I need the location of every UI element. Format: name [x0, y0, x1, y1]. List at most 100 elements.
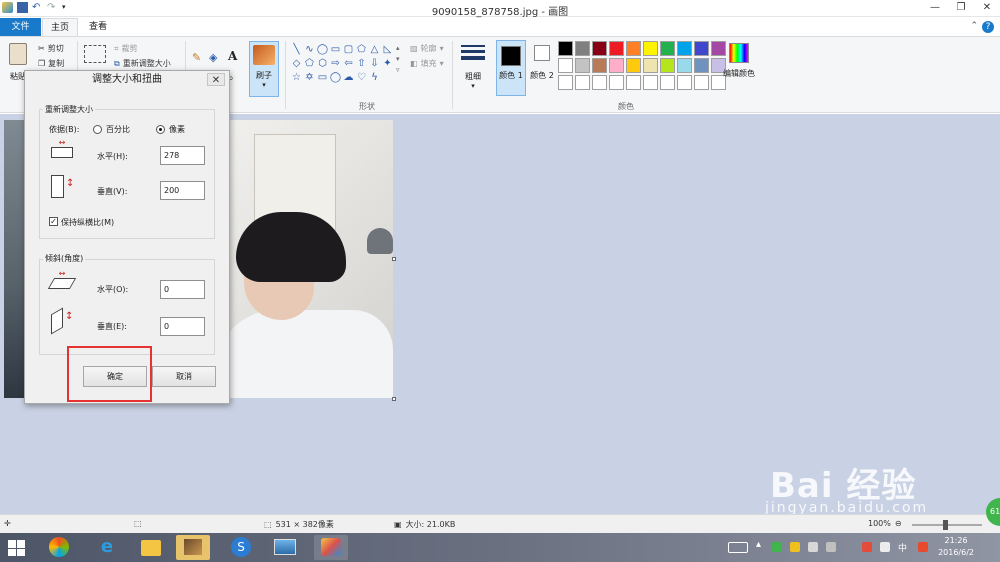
palette-swatch[interactable] — [558, 75, 573, 90]
cut-button[interactable]: ✂ 剪切 — [38, 43, 64, 54]
brush-button[interactable]: 刷子 ▾ — [249, 41, 279, 97]
help-icon[interactable]: ? — [982, 21, 994, 33]
line-shape-icon[interactable]: ╲ — [290, 43, 303, 57]
palette-swatch[interactable] — [575, 75, 590, 90]
palette-swatch[interactable] — [694, 58, 709, 73]
six-point-star-icon[interactable]: ✡ — [303, 71, 316, 85]
heart-shape-icon[interactable]: ♡ — [355, 71, 368, 85]
shapes-scroll[interactable]: ▴ ▾ ▿ — [396, 43, 400, 76]
file-explorer-icon[interactable] — [134, 535, 168, 560]
tab-view[interactable]: 查看 — [80, 18, 116, 36]
palette-swatch[interactable] — [592, 58, 607, 73]
outline-button[interactable]: ▨ 轮廓 ▾ — [410, 43, 444, 54]
pixels-label[interactable]: 像素 — [169, 124, 185, 135]
volume-icon[interactable] — [808, 542, 818, 552]
palette-swatch[interactable] — [558, 58, 573, 73]
down-arrow-shape-icon[interactable]: ⇩ — [368, 57, 381, 71]
left-arrow-shape-icon[interactable]: ⇦ — [342, 57, 355, 71]
oval-callout-icon[interactable]: ◯ — [329, 71, 342, 85]
keep-ratio-checkbox[interactable]: ✓ — [49, 217, 58, 226]
skew-horizontal-input[interactable]: 0 — [160, 280, 205, 299]
palette-swatch[interactable] — [592, 75, 607, 90]
fill-button[interactable]: ◧ 填充 ▾ — [410, 58, 444, 69]
lightning-shape-icon[interactable]: ϟ — [368, 71, 381, 85]
palette-swatch[interactable] — [694, 75, 709, 90]
right-arrow-shape-icon[interactable]: ⇨ — [329, 57, 342, 71]
five-point-star-icon[interactable]: ☆ — [290, 71, 303, 85]
up-arrow-shape-icon[interactable]: ⇧ — [355, 57, 368, 71]
hexagon-shape-icon[interactable]: ⬡ — [316, 57, 329, 71]
input-method-indicator[interactable]: 中 — [898, 541, 907, 554]
sogou-input-icon[interactable] — [918, 542, 928, 552]
zoom-slider-thumb[interactable] — [943, 520, 948, 530]
palette-swatch[interactable] — [558, 41, 573, 56]
tab-file[interactable]: 文件 — [0, 18, 41, 36]
palette-swatch[interactable] — [626, 41, 641, 56]
color2-button[interactable]: 颜色 2 — [528, 43, 556, 97]
palette-swatch[interactable] — [643, 41, 658, 56]
skew-vertical-input[interactable]: 0 — [160, 317, 205, 336]
windows-start-icon[interactable] — [8, 540, 26, 556]
close-icon[interactable]: ✕ — [974, 0, 1000, 15]
zoom-out-icon[interactable]: ⊖ — [895, 519, 902, 528]
fill-bucket-icon[interactable]: ◈ — [209, 51, 217, 64]
edit-colors-button[interactable]: 编辑颜色 — [720, 43, 758, 97]
select-button[interactable] — [84, 45, 106, 63]
action-center-flag-icon[interactable] — [880, 542, 890, 552]
curve-shape-icon[interactable]: ∿ — [303, 43, 316, 57]
text-tool-icon[interactable]: A — [228, 49, 237, 63]
color1-button[interactable]: 颜色 1 — [496, 40, 526, 96]
polygon-shape-icon[interactable]: ⬠ — [355, 43, 368, 57]
rounded-callout-icon[interactable]: ▭ — [316, 71, 329, 85]
restore-icon[interactable]: ❐ — [948, 0, 974, 15]
tray-plus-icon[interactable] — [790, 542, 800, 552]
zoom-slider[interactable] — [912, 520, 982, 530]
show-hidden-icons-icon[interactable]: ▴ — [756, 539, 761, 550]
resize-handle-corner[interactable] — [392, 397, 396, 401]
cloud-callout-icon[interactable]: ☁ — [342, 71, 355, 85]
pencil-icon[interactable]: ✎ — [192, 51, 201, 64]
palette-swatch[interactable] — [609, 75, 624, 90]
pentagon-shape-icon[interactable]: ⬠ — [303, 57, 316, 71]
palette-swatch[interactable] — [677, 41, 692, 56]
vertical-input[interactable]: 200 — [160, 181, 205, 200]
triangle-shape-icon[interactable]: △ — [368, 43, 381, 57]
palette-swatch[interactable] — [677, 58, 692, 73]
crop-button[interactable]: ⌗ 裁剪 — [114, 43, 138, 54]
clock[interactable]: 21:26 2016/6/2 — [938, 535, 974, 559]
keep-ratio-label[interactable]: 保持纵横比(M) — [61, 217, 114, 228]
close-icon[interactable]: ✕ — [207, 73, 225, 86]
palette-swatch[interactable] — [626, 75, 641, 90]
copy-button[interactable]: ❐ 复制 — [38, 58, 64, 69]
percent-radio[interactable] — [93, 125, 102, 134]
paint-taskbar-icon[interactable] — [314, 535, 348, 560]
photo-viewer-icon[interactable] — [176, 535, 210, 560]
qq-icon[interactable] — [862, 542, 872, 552]
sogou-browser-icon[interactable]: S — [224, 535, 258, 560]
keyboard-icon[interactable] — [728, 542, 748, 553]
palette-swatch[interactable] — [660, 41, 675, 56]
palette-swatch[interactable] — [660, 75, 675, 90]
size-button[interactable]: 粗细 ▾ — [458, 43, 488, 99]
internet-explorer-icon[interactable]: e — [90, 535, 124, 560]
collapse-ribbon-icon[interactable]: ⌃ — [970, 21, 978, 31]
cancel-button[interactable]: 取消 — [152, 366, 216, 387]
resize-handle-right[interactable] — [392, 257, 396, 261]
network-icon[interactable] — [826, 542, 836, 552]
pixels-radio[interactable] — [156, 125, 165, 134]
horizontal-input[interactable]: 278 — [160, 146, 205, 165]
palette-swatch[interactable] — [643, 58, 658, 73]
shapes-gallery[interactable]: ╲ ∿ ◯ ▭ ▢ ⬠ △ ◺ ◇ ⬠ ⬡ ⇨ ⇦ ⇧ ⇩ ✦ ☆ ✡ ▭ ◯ … — [290, 43, 402, 85]
diamond-shape-icon[interactable]: ◇ — [290, 57, 303, 71]
palette-swatch[interactable] — [609, 41, 624, 56]
percent-label[interactable]: 百分比 — [106, 124, 130, 135]
tab-home[interactable]: 主页 — [42, 18, 78, 36]
palette-swatch[interactable] — [575, 41, 590, 56]
rounded-rectangle-shape-icon[interactable]: ▢ — [342, 43, 355, 57]
palette-swatch[interactable] — [626, 58, 641, 73]
minimize-icon[interactable]: — — [922, 0, 948, 15]
security-shield-icon[interactable] — [772, 542, 782, 552]
palette-swatch[interactable] — [592, 41, 607, 56]
rectangle-shape-icon[interactable]: ▭ — [329, 43, 342, 57]
resize-button[interactable]: ⧉ 重新调整大小 — [114, 58, 171, 69]
